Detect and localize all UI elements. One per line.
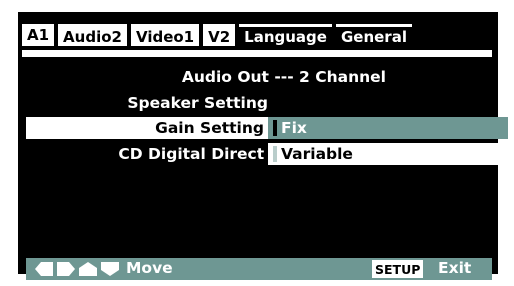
tab-audio2[interactable]: Audio2	[58, 24, 127, 46]
tab-language[interactable]: Language	[239, 24, 332, 46]
option-fix-label: Fix	[281, 119, 307, 137]
selection-marker-icon	[273, 120, 277, 136]
move-label: Move	[126, 259, 173, 277]
gain-setting-label: Gain Setting	[155, 119, 264, 137]
tab-v2[interactable]: V2	[203, 24, 236, 46]
setup-button[interactable]: SETUP	[372, 260, 424, 278]
tab-video1[interactable]: Video1	[130, 24, 200, 46]
menu-row-speaker-setting[interactable]: Speaker Setting	[26, 92, 268, 114]
audio-out-label: Audio Out --- 2 Channel	[181, 68, 386, 86]
option-variable[interactable]: Variable	[268, 143, 508, 165]
setup-screen: A1 Audio2 Video1 V2 Language General Aud…	[18, 12, 508, 280]
option-marker-icon	[273, 146, 277, 162]
navigation-icons	[34, 261, 122, 277]
arrow-up-icon	[79, 262, 97, 276]
menu-row-audio-out[interactable]: Audio Out --- 2 Channel	[26, 66, 386, 88]
option-variable-label: Variable	[281, 145, 353, 163]
option-fix[interactable]: Fix	[268, 117, 508, 139]
speaker-setting-label: Speaker Setting	[127, 94, 268, 112]
tab-general[interactable]: General	[335, 24, 412, 46]
tab-underline	[22, 50, 492, 57]
menu-row-cd-digital-direct[interactable]: CD Digital Direct -	[26, 143, 276, 165]
tab-bar: A1 Audio2 Video1 V2 Language General	[22, 22, 494, 46]
cd-digital-direct-label: CD Digital Direct -	[118, 145, 276, 163]
tab-a1[interactable]: A1	[22, 24, 55, 46]
arrow-right-icon	[57, 262, 75, 276]
arrow-left-icon	[35, 262, 53, 276]
arrow-down-icon	[101, 262, 119, 276]
exit-button[interactable]: Exit	[438, 259, 471, 277]
bottom-bar: Move SETUP Exit	[26, 258, 492, 280]
menu-row-gain-setting[interactable]: Gain Setting	[26, 117, 268, 139]
